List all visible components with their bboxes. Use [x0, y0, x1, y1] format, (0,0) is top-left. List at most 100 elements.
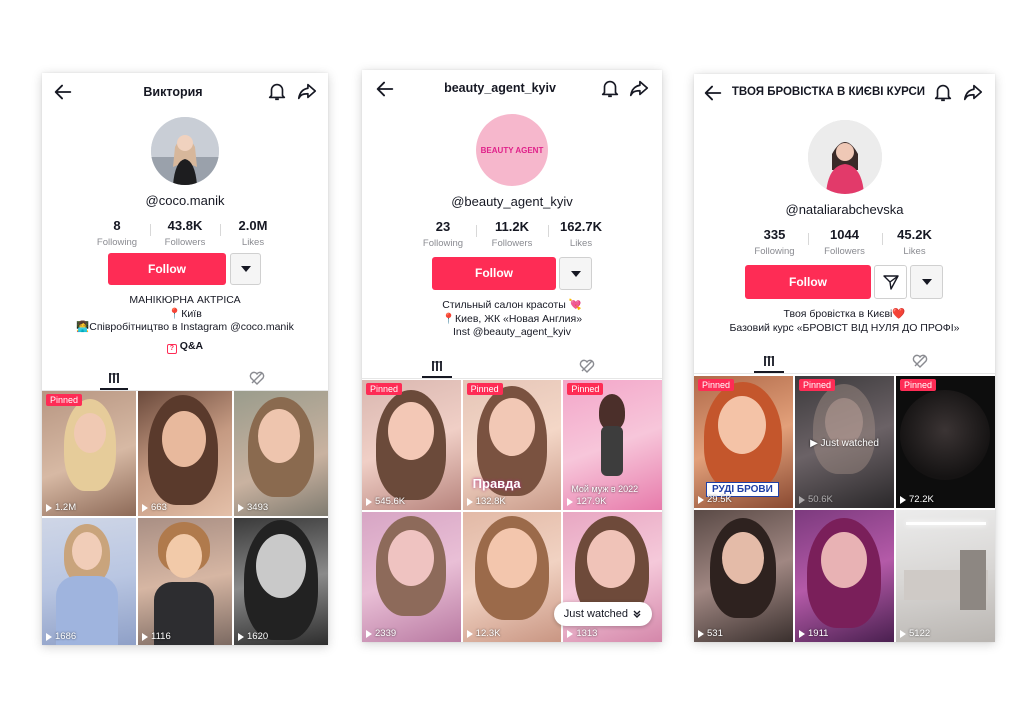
video-thumbnail[interactable]: Pinned 72.2K: [896, 376, 995, 508]
caret-down-icon: [240, 266, 251, 272]
bio: Стильный салон красоты 💘 📍Киев, ЖК «Нова…: [362, 299, 662, 340]
play-icon: [799, 629, 805, 638]
share-icon[interactable]: [296, 80, 318, 102]
bio-line: Базовий курс «БРОВІСТ ВІД НУЛЯ ДО ПРОФІ»: [729, 321, 960, 334]
avatar[interactable]: BEAUTY AGENT: [476, 114, 548, 186]
username: @nataliarabchevska: [785, 202, 904, 217]
avatar[interactable]: [807, 120, 882, 194]
play-icon: [142, 503, 148, 512]
tab-liked[interactable]: [185, 366, 328, 390]
profile-tabs: [694, 349, 996, 374]
video-thumbnail[interactable]: Правда Pinned 132.8K: [462, 380, 562, 510]
play-icon: [46, 632, 52, 641]
avatar-logo-text: BEAUTY AGENT: [480, 145, 544, 155]
tab-videos[interactable]: [694, 349, 845, 373]
bio-line: Inst @beauty_agent_kyiv: [452, 326, 572, 338]
caret-down-icon: [921, 279, 932, 285]
video-thumbnail[interactable]: 1911: [795, 510, 894, 642]
bell-icon[interactable]: [599, 77, 621, 99]
stats-row: 8 Following 43.8K Followers 2.0M Likes: [42, 218, 328, 248]
back-arrow-icon[interactable]: [702, 82, 724, 104]
play-icon: [900, 495, 906, 504]
more-dropdown-button[interactable]: [910, 265, 943, 299]
likes-stat: 2.0M Likes: [220, 218, 286, 248]
play-icon: [466, 629, 473, 638]
followers-stat[interactable]: 43.8K Followers: [150, 218, 220, 248]
video-caption: Мой муж в 2022: [571, 484, 639, 494]
video-thumbnail[interactable]: 663: [138, 391, 232, 516]
more-dropdown-button[interactable]: [559, 257, 592, 290]
avatar[interactable]: [151, 117, 219, 185]
view-count: 531: [698, 628, 723, 639]
video-thumbnail[interactable]: 1116: [138, 518, 232, 645]
follow-button[interactable]: Follow: [745, 265, 871, 299]
just-watched-pill[interactable]: Just watched: [553, 602, 652, 626]
video-thumbnail[interactable]: 531: [694, 510, 793, 642]
pinned-badge: Pinned: [900, 379, 937, 391]
view-count: 132.8K: [466, 496, 506, 507]
video-thumbnail[interactable]: 12.3K: [462, 512, 562, 642]
play-icon: [698, 495, 704, 504]
share-icon[interactable]: [628, 77, 650, 99]
follow-button[interactable]: Follow: [432, 257, 556, 290]
tab-videos[interactable]: [362, 354, 512, 378]
video-thumbnail[interactable]: Мой муж в 2022 Pinned 127.9K: [563, 380, 662, 510]
view-count: 1911: [799, 628, 828, 639]
liked-hidden-icon: [249, 371, 264, 385]
message-button[interactable]: [874, 265, 907, 299]
video-thumbnail[interactable]: ▶ Just watched Pinned 50.6K: [795, 376, 894, 508]
page-title: ТВОЯ БРОВІСТКА В КИЄВІ КУРСИ: [731, 86, 926, 98]
header: beauty_agent_kyiv: [362, 70, 662, 106]
profile-tabs: [362, 354, 662, 379]
username: @coco.manik: [145, 193, 225, 208]
tab-videos[interactable]: [42, 366, 185, 390]
tab-liked[interactable]: [512, 354, 662, 378]
divider: [362, 378, 662, 379]
just-watched-overlay: ▶ Just watched: [810, 438, 879, 449]
video-thumbnail[interactable]: Pinned 545.6K: [362, 380, 461, 510]
view-count: 2339: [366, 628, 396, 639]
bell-icon[interactable]: [266, 80, 288, 102]
video-thumbnail[interactable]: 3493: [234, 391, 328, 516]
page-title: beauty_agent_kyiv: [444, 81, 556, 95]
page-title: Виктория: [143, 85, 203, 99]
back-arrow-icon[interactable]: [52, 81, 74, 103]
video-thumbnail[interactable]: 1686: [42, 518, 136, 645]
following-stat[interactable]: 335 Following: [742, 227, 808, 257]
video-grid: Pinned 1.2M 663 3493 1686 1116 1620: [42, 391, 328, 645]
following-stat[interactable]: 8 Following: [84, 218, 150, 248]
tab-liked[interactable]: [845, 349, 996, 373]
play-icon: [142, 632, 148, 641]
username: @beauty_agent_kyiv: [451, 194, 573, 209]
share-icon[interactable]: [962, 81, 984, 103]
followers-stat[interactable]: 1044 Followers: [807, 227, 882, 257]
video-thumbnail[interactable]: 5122: [896, 510, 995, 642]
video-thumbnail[interactable]: 1620: [234, 518, 328, 645]
pinned-badge: Pinned: [366, 383, 403, 395]
back-arrow-icon[interactable]: [374, 78, 396, 100]
video-thumbnail[interactable]: 2339: [362, 512, 461, 642]
more-dropdown-button[interactable]: [230, 253, 261, 285]
play-icon: [799, 495, 805, 504]
bell-icon[interactable]: [932, 81, 954, 103]
pinned-badge: Pinned: [567, 383, 604, 395]
pinned-badge: Pinned: [46, 394, 83, 406]
video-grid: РУДІ БРОВИ Pinned 29.5K ▶ Just watched P…: [694, 376, 995, 642]
pinned-badge: Pinned: [466, 383, 503, 395]
profile-screen-nataliarabchevska: ТВОЯ БРОВІСТКА В КИЄВІ КУРСИ @nataliarab…: [694, 74, 995, 642]
play-icon: [466, 497, 473, 506]
qa-link[interactable]: ? Q&A: [42, 340, 328, 354]
view-count: 1313: [567, 628, 597, 639]
video-thumbnail[interactable]: РУДІ БРОВИ Pinned 29.5K: [694, 376, 793, 508]
bio-line: МАНІКЮРНА АКТРІСА: [129, 294, 241, 306]
video-thumbnail[interactable]: Pinned 1.2M: [42, 391, 136, 516]
following-stat[interactable]: 23 Following: [410, 219, 476, 249]
play-icon: [366, 629, 372, 638]
qa-label: Q&A: [179, 340, 204, 352]
bio-line: Стильный салон красоты 💘: [442, 299, 582, 311]
play-icon: [698, 629, 704, 638]
send-message-icon: [882, 275, 899, 290]
view-count: 5122: [900, 628, 930, 639]
followers-stat[interactable]: 11.2K Followers: [476, 219, 548, 249]
follow-button[interactable]: Follow: [108, 253, 226, 285]
